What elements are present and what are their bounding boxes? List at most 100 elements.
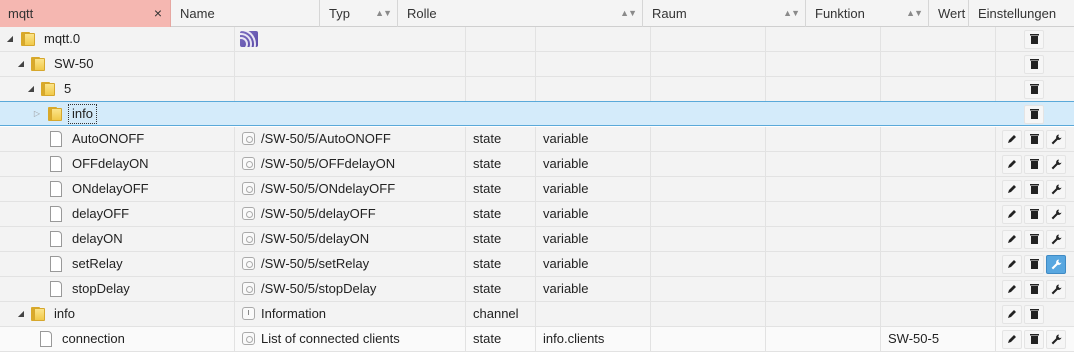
trash-icon xyxy=(1029,258,1039,272)
edit-button[interactable] xyxy=(1002,180,1022,199)
delete-button[interactable] xyxy=(1024,255,1044,274)
room-cell xyxy=(651,302,766,326)
delete-button[interactable] xyxy=(1024,155,1044,174)
collapsed-triangle-icon[interactable]: ▷ xyxy=(32,102,42,126)
state-name: /SW-50/5/ONdelayOFF xyxy=(261,181,396,196)
tree-row-state[interactable]: AutoONOFF/SW-50/5/AutoONOFF state variable xyxy=(0,127,1074,152)
type-cell: state xyxy=(466,277,536,301)
edit-button[interactable] xyxy=(1002,155,1022,174)
pencil-icon xyxy=(1007,258,1017,272)
channel-type: channel xyxy=(473,306,519,321)
settings-button[interactable] xyxy=(1046,180,1066,199)
einstellungen-header-label: Einstellungen xyxy=(978,6,1057,21)
column-header-funktion[interactable]: Funktion ▲▼ xyxy=(806,0,929,27)
edit-button[interactable] xyxy=(1002,305,1022,324)
sort-select-icon[interactable]: ▲▼ xyxy=(906,0,923,27)
value-cell[interactable]: SW-50-5 xyxy=(881,327,996,351)
value-cell xyxy=(881,77,996,101)
type-cell: state xyxy=(466,227,536,251)
column-header-typ[interactable]: Typ ▲▼ xyxy=(320,0,398,27)
sort-select-icon[interactable]: ▲▼ xyxy=(783,0,800,27)
name-cell xyxy=(234,27,466,51)
delete-button[interactable] xyxy=(1024,180,1044,199)
edit-button[interactable] xyxy=(1002,205,1022,224)
column-header-raum[interactable]: Raum ▲▼ xyxy=(643,0,806,27)
delete-button[interactable] xyxy=(1024,30,1044,49)
delete-button[interactable] xyxy=(1024,230,1044,249)
clear-filter-button[interactable]: × xyxy=(154,0,162,27)
tree-row-state[interactable]: delayOFF/SW-50/5/delayOFF state variable xyxy=(0,202,1074,227)
column-header-wert[interactable]: Wert xyxy=(929,0,969,27)
value-cell[interactable] xyxy=(881,127,996,151)
role-cell: info.clients xyxy=(536,327,651,351)
function-cell xyxy=(766,27,881,51)
settings-button[interactable] xyxy=(1046,230,1066,249)
edit-button[interactable] xyxy=(1002,330,1022,349)
role-cell: variable xyxy=(536,202,651,226)
type-cell xyxy=(466,77,536,101)
tree-row-mqtt0[interactable]: ◢ mqtt.0 xyxy=(0,27,1074,52)
id-filter-input[interactable]: mqtt × xyxy=(0,0,171,27)
sort-select-icon[interactable]: ▲▼ xyxy=(375,0,392,27)
role-cell: variable xyxy=(536,177,651,201)
tree-row-sw50[interactable]: ◢ SW-50 xyxy=(0,52,1074,77)
delete-button[interactable] xyxy=(1024,305,1044,324)
tree-row-5[interactable]: ◢ 5 xyxy=(0,77,1074,102)
state-icon xyxy=(242,232,255,246)
state-type: state xyxy=(473,256,502,271)
expanded-triangle-icon[interactable]: ◢ xyxy=(5,27,15,51)
delete-button[interactable] xyxy=(1024,55,1044,74)
tree-row-info-channel[interactable]: ◢ info Information channel xyxy=(0,302,1074,327)
value-cell[interactable] xyxy=(881,277,996,301)
value-cell[interactable] xyxy=(881,252,996,276)
function-cell xyxy=(766,202,881,226)
tree-row-info-selected[interactable]: ▷ info xyxy=(0,101,1074,126)
tree-row-state[interactable]: setRelay/SW-50/5/setRelay state variable xyxy=(0,252,1074,277)
expanded-triangle-icon[interactable]: ◢ xyxy=(26,77,36,101)
delete-button[interactable] xyxy=(1024,80,1044,99)
expanded-triangle-icon[interactable]: ◢ xyxy=(16,52,26,76)
sort-select-icon[interactable]: ▲▼ xyxy=(620,0,637,27)
edit-button[interactable] xyxy=(1002,230,1022,249)
expanded-triangle-icon[interactable]: ◢ xyxy=(16,302,26,326)
settings-button[interactable] xyxy=(1046,330,1066,349)
name-cell: /SW-50/5/OFFdelayON xyxy=(234,152,466,176)
edit-button[interactable] xyxy=(1002,130,1022,149)
room-cell xyxy=(651,277,766,301)
room-cell xyxy=(651,202,766,226)
delete-button[interactable] xyxy=(1024,205,1044,224)
column-header-name[interactable]: Name xyxy=(171,0,320,27)
delete-button[interactable] xyxy=(1024,130,1044,149)
settings-button[interactable] xyxy=(1046,255,1066,274)
name-cell: Information xyxy=(234,302,466,326)
value-cell[interactable] xyxy=(881,152,996,176)
file-icon xyxy=(40,331,52,347)
delete-button[interactable] xyxy=(1024,280,1044,299)
room-cell xyxy=(651,327,766,351)
value-cell[interactable] xyxy=(881,177,996,201)
delete-button[interactable] xyxy=(1024,330,1044,349)
edit-button[interactable] xyxy=(1002,255,1022,274)
settings-button[interactable] xyxy=(1046,205,1066,224)
delete-button[interactable] xyxy=(1024,105,1044,124)
tree-row-state[interactable]: stopDelay/SW-50/5/stopDelay state variable xyxy=(0,277,1074,302)
channel-icon xyxy=(242,307,255,321)
settings-button[interactable] xyxy=(1046,130,1066,149)
role-cell xyxy=(536,52,651,76)
settings-button[interactable] xyxy=(1046,280,1066,299)
tree-row-state[interactable]: ONdelayOFF/SW-50/5/ONdelayOFF state variab… xyxy=(0,177,1074,202)
settings-button[interactable] xyxy=(1046,155,1066,174)
tree-row-connection[interactable]: connection List of connected clients sta… xyxy=(0,327,1074,352)
value-cell[interactable] xyxy=(881,227,996,251)
edit-button[interactable] xyxy=(1002,280,1022,299)
state-icon xyxy=(242,257,255,271)
column-header-rolle[interactable]: Rolle ▲▼ xyxy=(398,0,643,27)
tree-row-state[interactable]: OFFdelayON/SW-50/5/OFFdelayON state variab… xyxy=(0,152,1074,177)
file-icon xyxy=(50,231,62,247)
pencil-icon xyxy=(1007,133,1017,147)
tree-node-label: mqtt.0 xyxy=(44,31,81,46)
folder-icon xyxy=(21,32,37,46)
state-name: /SW-50/5/AutoONOFF xyxy=(261,131,391,146)
tree-row-state[interactable]: delayON/SW-50/5/delayON state variable xyxy=(0,227,1074,252)
value-cell[interactable] xyxy=(881,202,996,226)
